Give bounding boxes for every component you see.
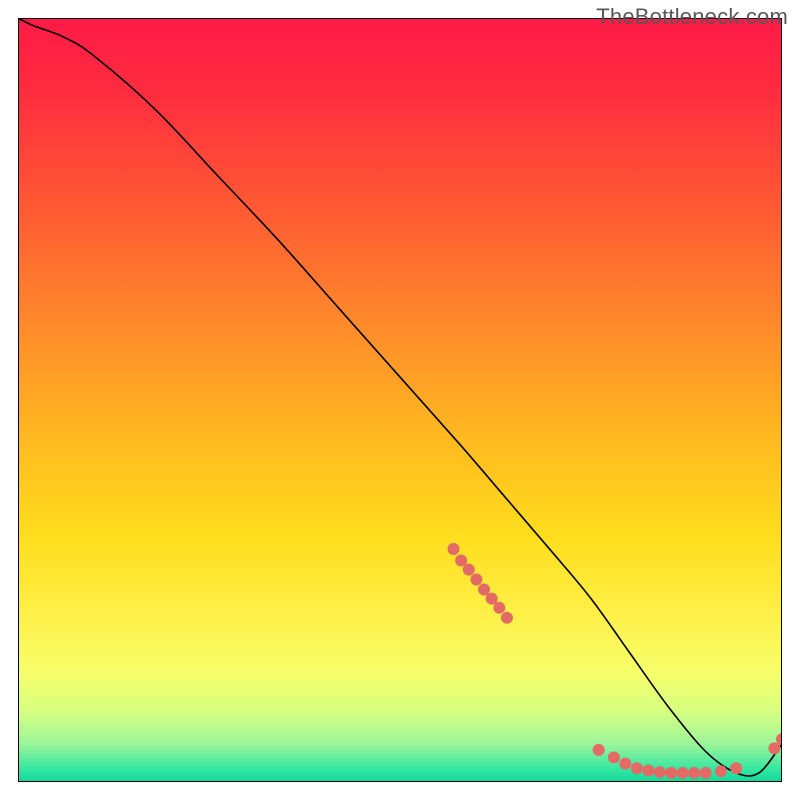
marker-point bbox=[642, 765, 654, 777]
marker-point bbox=[688, 767, 700, 779]
marker-point bbox=[447, 543, 459, 555]
marker-point bbox=[593, 744, 605, 756]
marker-point bbox=[654, 766, 666, 778]
watermark-text: TheBottleneck.com bbox=[596, 4, 788, 30]
marker-point bbox=[665, 767, 677, 779]
marker-point bbox=[700, 767, 712, 779]
marker-point bbox=[715, 765, 727, 777]
marker-point bbox=[608, 752, 620, 764]
marker-point bbox=[493, 602, 505, 614]
marker-point bbox=[478, 583, 490, 595]
marker-point bbox=[486, 593, 498, 605]
marker-point bbox=[455, 554, 467, 566]
marker-point bbox=[631, 762, 643, 774]
marker-point bbox=[768, 742, 780, 754]
marker-point bbox=[677, 767, 689, 779]
markers-group bbox=[447, 543, 782, 779]
marker-point bbox=[619, 758, 631, 770]
chart-container: TheBottleneck.com bbox=[0, 0, 800, 800]
curve-layer bbox=[18, 18, 782, 782]
marker-point bbox=[730, 762, 742, 774]
bottleneck-curve bbox=[18, 18, 782, 776]
marker-point bbox=[463, 564, 475, 576]
marker-point bbox=[470, 574, 482, 586]
marker-point bbox=[501, 612, 513, 624]
plot-area bbox=[18, 18, 782, 782]
